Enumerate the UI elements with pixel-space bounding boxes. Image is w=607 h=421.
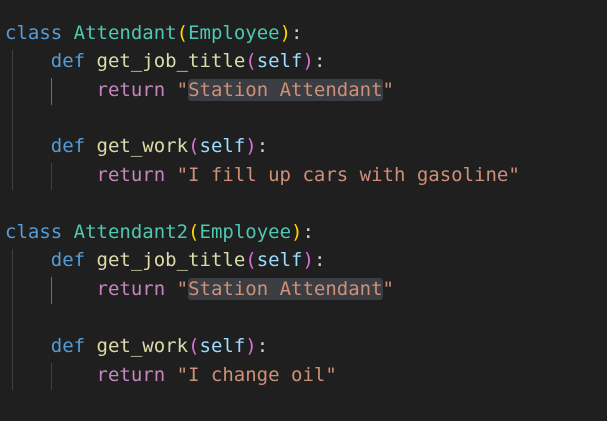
open-paren: ( xyxy=(188,335,200,357)
function-name: get_work xyxy=(96,135,189,157)
code-line[interactable]: return "I change oil" xyxy=(5,363,337,387)
open-paren: ( xyxy=(188,135,200,157)
string-quote: " xyxy=(382,278,394,300)
string-highlighted: Station Attendant xyxy=(188,278,383,300)
keyword-return: return xyxy=(96,79,166,101)
string-quote: " xyxy=(382,79,394,101)
base-class-name: Employee xyxy=(199,221,292,243)
keyword-class: class xyxy=(5,221,63,243)
keyword-def: def xyxy=(50,249,86,271)
code-line[interactable]: def get_work(self): xyxy=(5,134,268,158)
colon: : xyxy=(313,249,326,271)
open-paren: ( xyxy=(245,50,257,72)
class-name: Attendant xyxy=(73,22,177,44)
function-name: get_job_title xyxy=(96,249,246,271)
string-literal: "I change oil" xyxy=(176,364,337,386)
string-quote: " xyxy=(176,278,189,300)
keyword-return: return xyxy=(96,278,166,300)
code-line[interactable]: return "Station Attendant" xyxy=(5,78,394,102)
colon: : xyxy=(291,22,303,44)
param-self: self xyxy=(256,50,303,72)
code-editor[interactable]: class Attendant(Employee): def get_job_t… xyxy=(0,0,607,421)
colon: : xyxy=(256,335,269,357)
keyword-return: return xyxy=(96,364,166,386)
keyword-def: def xyxy=(50,50,86,72)
code-line[interactable]: return "I fill up cars with gasoline" xyxy=(5,163,520,187)
keyword-def: def xyxy=(50,335,86,357)
code-line[interactable]: class Attendant2(Employee): xyxy=(5,220,314,244)
code-line[interactable]: def get_job_title(self): xyxy=(5,49,326,73)
string-quote: " xyxy=(176,79,189,101)
close-paren: ) xyxy=(245,335,257,357)
class-name: Attendant2 xyxy=(73,221,189,243)
close-paren: ) xyxy=(245,135,257,157)
close-paren: ) xyxy=(279,22,292,44)
param-self: self xyxy=(199,335,246,357)
keyword-class: class xyxy=(5,22,63,44)
keyword-def: def xyxy=(50,135,86,157)
colon: : xyxy=(313,50,326,72)
keyword-return: return xyxy=(96,164,166,186)
param-self: self xyxy=(256,249,303,271)
param-self: self xyxy=(199,135,246,157)
code-line[interactable]: class Attendant(Employee): xyxy=(5,21,302,45)
code-line[interactable]: def get_job_title(self): xyxy=(5,248,326,272)
close-paren: ) xyxy=(291,221,303,243)
close-paren: ) xyxy=(302,249,314,271)
open-paren: ( xyxy=(188,221,200,243)
function-name: get_job_title xyxy=(96,50,246,72)
base-class-name: Employee xyxy=(188,22,280,44)
colon: : xyxy=(256,135,269,157)
open-paren: ( xyxy=(245,249,257,271)
open-paren: ( xyxy=(176,22,189,44)
code-line[interactable]: return "Station Attendant" xyxy=(5,277,394,301)
function-name: get_work xyxy=(96,335,189,357)
code-line[interactable]: def get_work(self): xyxy=(5,334,268,358)
string-literal: "I fill up cars with gasoline" xyxy=(176,164,520,186)
colon: : xyxy=(302,221,314,243)
close-paren: ) xyxy=(302,50,314,72)
string-highlighted: Station Attendant xyxy=(188,79,383,101)
